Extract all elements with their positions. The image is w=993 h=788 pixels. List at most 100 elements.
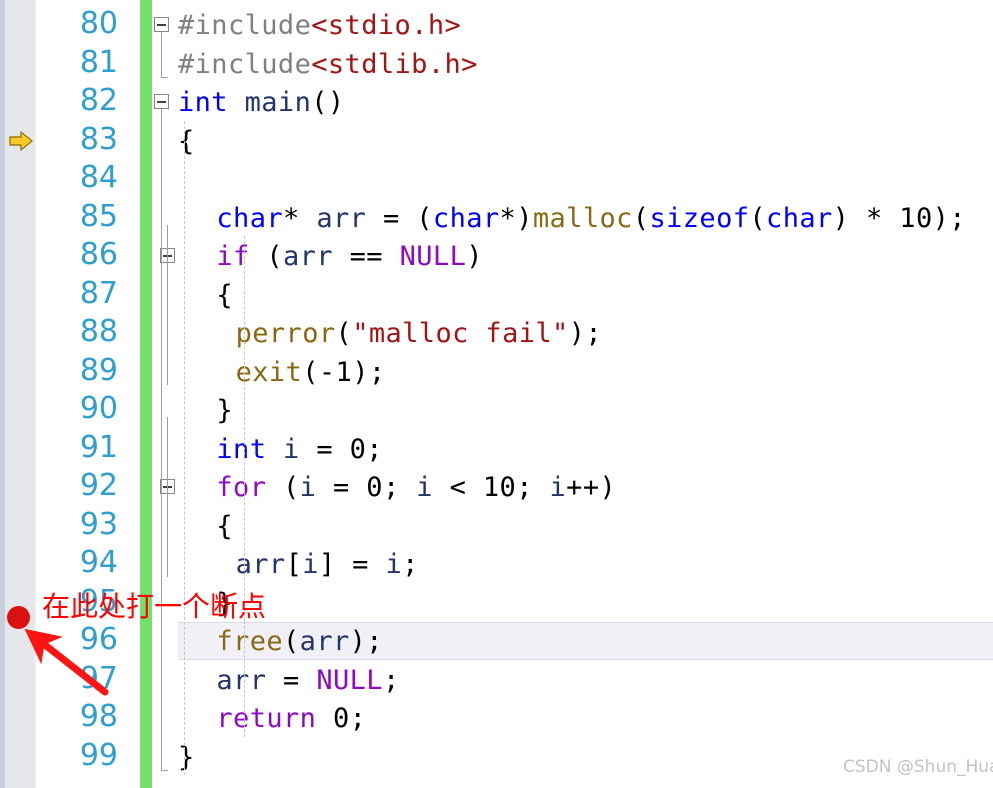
code-token: i: [385, 549, 403, 580]
code-token: ;: [366, 433, 383, 465]
code-token: ] =: [318, 549, 386, 580]
line-number-column: 80 81 82 83 84 85 86 87 88 89 90 91 92 93 94 95 96 97 98 99: [36, 0, 136, 788]
code-token: "malloc fail": [352, 318, 569, 349]
code-token: 0: [366, 472, 383, 503]
code-token: NULL: [399, 241, 467, 272]
code-line[interactable]: {: [216, 277, 233, 316]
code-token: arr: [216, 664, 267, 696]
code-line[interactable]: int main(): [178, 84, 345, 123]
outlining-rail: [167, 417, 168, 577]
line-number: 88: [79, 314, 118, 349]
code-token: );: [568, 318, 603, 349]
code-line[interactable]: if (arr == NULL): [216, 238, 483, 277]
code-line[interactable]: exit(-1);: [236, 354, 386, 393]
code-line[interactable]: {: [178, 123, 195, 162]
code-token: ): [466, 241, 483, 272]
code-token: arr: [316, 202, 367, 234]
line-number: 98: [79, 699, 118, 734]
line-number: 87: [79, 275, 118, 311]
code-token: 0: [349, 433, 367, 465]
line-number: 80: [79, 6, 118, 41]
line-number: 84: [79, 160, 118, 195]
line-number: 82: [79, 83, 118, 118]
code-line[interactable]: perror("malloc fail");: [236, 315, 602, 354]
code-token: ;: [516, 472, 550, 503]
line-number: 90: [79, 391, 118, 426]
code-token: perror: [235, 318, 336, 349]
code-line[interactable]: }: [216, 392, 233, 431]
code-token: (: [749, 202, 767, 234]
line-number: 85: [79, 198, 118, 234]
code-token: *: [283, 202, 317, 234]
line-number: 86: [79, 237, 118, 272]
fold-toggle-icon[interactable]: [154, 94, 169, 109]
code-token: int: [216, 433, 267, 465]
code-line[interactable]: #include<stdlib.h>: [178, 46, 478, 85]
code-line[interactable]: }: [178, 739, 195, 778]
code-token: (: [266, 472, 300, 503]
code-token: char: [432, 202, 500, 234]
code-token: ;: [349, 703, 367, 734]
code-token: free: [216, 626, 284, 657]
execution-pointer-arrow-icon: [8, 130, 34, 156]
code-token: exit: [235, 356, 303, 388]
code-line[interactable]: int i = 0;: [216, 431, 383, 470]
code-editor-screenshot: 80 81 82 83 84 85 86 87 88 89 90 91 92 93 94 95 96 97 98 99…: [0, 0, 993, 788]
breakpoint-dot-icon[interactable]: [7, 606, 30, 629]
code-line[interactable]: {: [216, 508, 233, 547]
code-token: <stdlib.h>: [311, 48, 478, 80]
code-token: i: [549, 472, 567, 503]
line-number: 89: [79, 352, 118, 388]
code-token: (: [249, 241, 284, 272]
code-line[interactable]: char* arr = (char*)malloc(sizeof(char) *…: [216, 200, 966, 239]
changed-lines-indicator-bar: [140, 0, 152, 788]
code-token: ;: [382, 472, 417, 503]
indent-guide: [184, 120, 185, 775]
watermark-text: CSDN @Shun_Hua.: [843, 757, 993, 777]
fold-toggle-icon[interactable]: [154, 17, 169, 32]
line-number: 83: [79, 121, 118, 157]
code-token: NULL: [316, 664, 383, 696]
code-token: );: [349, 626, 383, 657]
code-token: malloc: [532, 202, 633, 234]
code-token: #include: [178, 10, 312, 41]
code-token: for: [216, 472, 267, 503]
code-token: main: [244, 87, 312, 118]
code-line[interactable]: free(arr);: [216, 623, 383, 662]
code-token: return: [216, 703, 317, 734]
code-token: i: [299, 472, 317, 503]
code-token: (: [632, 202, 650, 234]
code-folding-column[interactable]: [152, 0, 178, 788]
line-number: 94: [79, 545, 118, 580]
code-token: arr: [299, 626, 350, 657]
code-token: (-: [302, 356, 336, 388]
code-token: <: [432, 472, 483, 503]
code-line[interactable]: for (i = 0; i < 10; i++): [216, 469, 616, 508]
code-token: 0: [332, 703, 350, 734]
code-line[interactable]: arr[i] = i;: [236, 546, 419, 585]
code-text-area[interactable]: #include<stdio.h> #include<stdlib.h> int m…: [178, 0, 993, 788]
code-line[interactable]: return 0;: [216, 700, 366, 739]
code-token: char: [216, 202, 284, 234]
code-line[interactable]: #include<stdio.h>: [178, 7, 461, 46]
code-token: 10: [482, 472, 517, 503]
code-token: );: [352, 356, 386, 388]
code-token: ;: [382, 664, 400, 696]
code-token: ) *: [832, 202, 900, 234]
code-token: );: [932, 202, 966, 234]
code-token: }: [216, 395, 234, 426]
code-token: 1: [335, 356, 353, 388]
code-token: }: [178, 741, 195, 773]
code-token: ==: [332, 241, 400, 272]
code-token: (): [311, 87, 345, 118]
code-token: #include: [178, 48, 312, 80]
code-token: {: [216, 279, 234, 311]
line-number: 99: [79, 737, 118, 773]
code-token: [: [285, 549, 303, 580]
code-token: = (: [366, 202, 433, 234]
line-number: 97: [79, 660, 118, 696]
line-number: 93: [79, 506, 118, 542]
